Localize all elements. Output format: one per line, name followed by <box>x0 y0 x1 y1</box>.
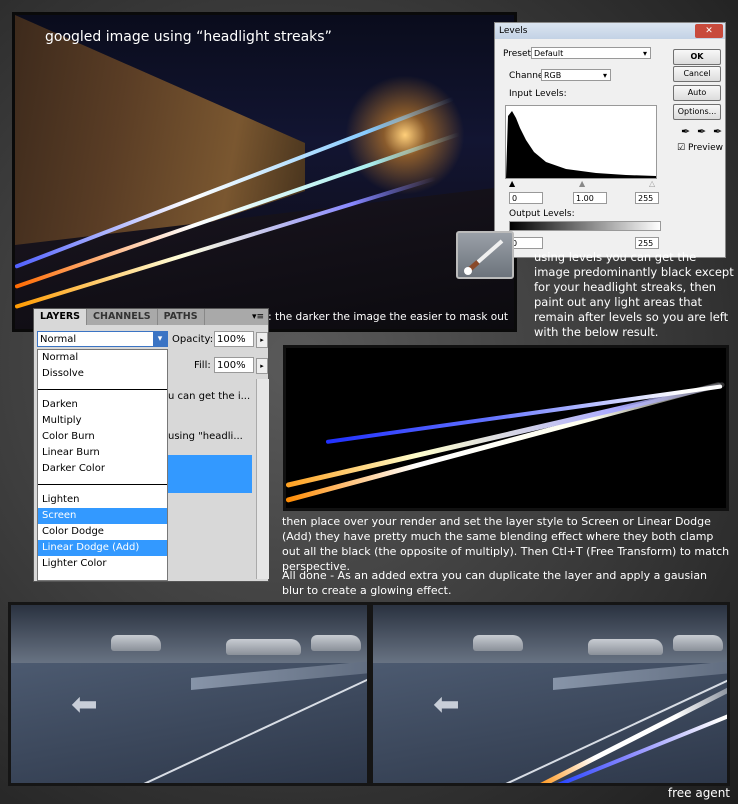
fill-label: Fill: <box>194 360 211 371</box>
input-slider[interactable]: ▲ <box>509 179 515 188</box>
blend-mode-dropdown: Normal Dissolve Darken Multiply Color Bu… <box>37 349 168 581</box>
photo-caption: googled image using “headlight streaks” <box>45 29 332 45</box>
reference-photo: googled image using “headlight streaks” … <box>12 12 517 332</box>
ok-button[interactable]: OK <box>673 49 721 65</box>
tip-text: tip: the darker the image the easier to … <box>254 311 508 323</box>
levels-explanation: using levels you can get the image predo… <box>534 250 734 339</box>
tab-paths[interactable]: PATHS <box>158 309 205 325</box>
panel-menu-icon[interactable]: ▾≡ <box>252 309 268 325</box>
close-button[interactable]: ✕ <box>695 24 723 38</box>
opacity-field[interactable]: 100% <box>214 331 254 347</box>
chevron-down-icon: ▾ <box>642 49 647 58</box>
arrow-marking-icon: ⬅ <box>433 685 460 723</box>
preview-checkbox[interactable]: ☑ Preview <box>677 143 723 153</box>
building <box>373 605 727 665</box>
car <box>111 635 161 651</box>
option-linear-burn[interactable]: Linear Burn <box>38 445 167 461</box>
white-slider[interactable]: △ <box>649 179 655 188</box>
preset-select[interactable]: Default ▾ <box>531 47 651 59</box>
blend-explanation: then place over your render and set the … <box>282 515 730 573</box>
input-levels-label: Input Levels: <box>509 89 567 99</box>
tab-layers[interactable]: LAYERS <box>34 309 88 325</box>
preset-label: Preset: <box>503 49 535 59</box>
option-lighten[interactable]: Lighten <box>38 492 167 508</box>
signature: free agent <box>667 786 730 800</box>
option-normal[interactable]: Normal <box>38 350 167 366</box>
option-screen[interactable]: Screen <box>38 508 167 524</box>
white-eyedropper-icon[interactable]: ✒ <box>713 125 722 138</box>
option-color-burn[interactable]: Color Burn <box>38 429 167 445</box>
input-black-field[interactable]: 0 <box>509 192 543 204</box>
car <box>311 635 361 651</box>
car <box>226 639 301 655</box>
car <box>673 635 723 651</box>
input-gamma-field[interactable]: 1.00 <box>573 192 607 204</box>
streak-result-image <box>283 345 729 511</box>
output-white-field[interactable]: 255 <box>635 237 659 249</box>
parking-lot <box>11 663 367 783</box>
layer-name[interactable]: using "headli... <box>168 431 258 442</box>
levels-dialog: Levels ✕ Preset: Default ▾ Channel: RGB ▾ … <box>494 22 726 258</box>
divider <box>38 484 167 485</box>
brush-icon <box>456 231 514 279</box>
render-before: ⬅ <box>8 602 370 786</box>
fill-arrow-icon[interactable]: ▸ <box>256 358 268 374</box>
option-dissolve[interactable]: Dissolve <box>38 366 167 382</box>
output-levels-label: Output Levels: <box>509 209 575 219</box>
selected-layer-row[interactable] <box>168 455 252 493</box>
dialog-title: Levels <box>495 23 725 39</box>
car <box>588 639 663 655</box>
preview-label: Preview <box>687 143 723 153</box>
blend-mode-select[interactable]: Normal ▾ <box>37 331 168 347</box>
input-white-field[interactable]: 255 <box>635 192 659 204</box>
opacity-label: Opacity: <box>172 334 214 345</box>
headlight-streak <box>286 381 726 488</box>
arrow-marking-icon: ⬅ <box>71 685 98 723</box>
layer-name[interactable]: u can get the i... <box>168 391 258 402</box>
cancel-button[interactable]: Cancel <box>673 66 721 82</box>
option-lighter-color[interactable]: Lighter Color <box>38 556 167 572</box>
car <box>473 635 523 651</box>
parking-lot <box>373 663 727 783</box>
output-black-field[interactable]: 0 <box>509 237 543 249</box>
divider <box>38 389 167 390</box>
gamma-slider[interactable]: ▲ <box>579 179 585 188</box>
histogram <box>505 105 657 179</box>
scrollbar[interactable] <box>256 379 269 579</box>
done-explanation: All done - As an added extra you can dup… <box>282 569 708 597</box>
option-multiply[interactable]: Multiply <box>38 413 167 429</box>
panel-tabs: LAYERS CHANNELS PATHS ▾≡ <box>34 309 268 325</box>
auto-button[interactable]: Auto <box>673 85 721 101</box>
option-color-dodge[interactable]: Color Dodge <box>38 524 167 540</box>
option-darken[interactable]: Darken <box>38 397 167 413</box>
chevron-down-icon: ▾ <box>602 71 607 80</box>
black-eyedropper-icon[interactable]: ✒ <box>681 125 690 138</box>
channel-select[interactable]: RGB ▾ <box>541 69 611 81</box>
output-gradient <box>509 221 661 231</box>
gray-eyedropper-icon[interactable]: ✒ <box>697 125 706 138</box>
option-darker-color[interactable]: Darker Color <box>38 461 167 477</box>
options-button[interactable]: Options... <box>673 104 721 120</box>
chevron-down-icon[interactable]: ▾ <box>153 332 167 346</box>
tab-channels[interactable]: CHANNELS <box>87 309 158 325</box>
option-linear-dodge[interactable]: Linear Dodge (Add) <box>38 540 167 556</box>
layers-panel: LAYERS CHANNELS PATHS ▾≡ Normal ▾ Opacit… <box>33 308 269 582</box>
render-after: ⬅ <box>370 602 730 786</box>
fill-field[interactable]: 100% <box>214 357 254 373</box>
opacity-arrow-icon[interactable]: ▸ <box>256 332 268 348</box>
